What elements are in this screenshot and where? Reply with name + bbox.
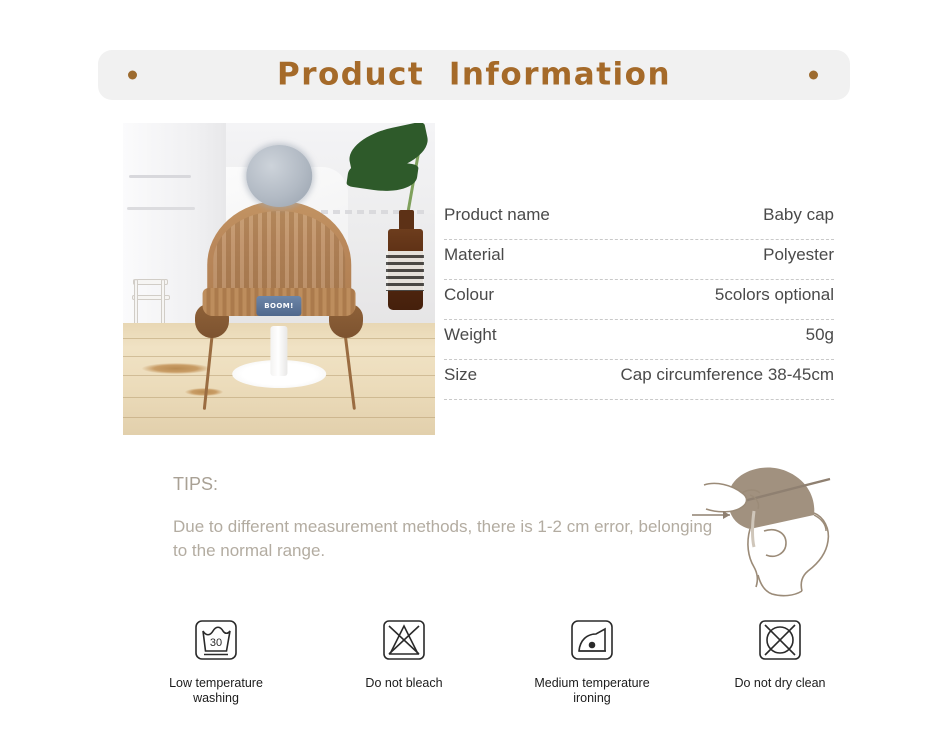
spec-value: Polyester <box>763 245 834 264</box>
photo-cap-brand-label: BOOM! <box>256 296 302 316</box>
photo-cap-pompom <box>246 144 312 208</box>
spec-value: 5colors optional <box>714 285 834 304</box>
table-row: Colour 5colors optional <box>444 280 834 320</box>
product-photo: BOOM! <box>123 123 435 435</box>
iron-one-dot-icon <box>571 620 613 660</box>
spec-value: Cap circumference 38-45cm <box>620 365 834 384</box>
table-row: Product name Baby cap <box>444 200 834 240</box>
do-not-dry-clean-icon <box>759 620 801 660</box>
care-instructions: 30 Low temperature washing Do not bleach … <box>123 618 873 706</box>
photo-bottle-label <box>386 250 424 292</box>
spec-key: Colour <box>444 285 495 304</box>
care-item-bleach: Do not bleach <box>311 618 497 706</box>
tips-text: Due to different measurement methods, th… <box>173 517 713 560</box>
care-label: Do not bleach <box>365 676 443 690</box>
table-row: Size Cap circumference 38-45cm <box>444 360 834 400</box>
care-item-dry-clean: Do not dry clean <box>687 618 873 706</box>
care-item-iron: Medium temperature ironing <box>499 618 685 706</box>
table-row: Weight 50g <box>444 320 834 360</box>
page-title: Product Information <box>276 56 672 93</box>
care-label: Low temperature washing <box>169 676 263 705</box>
spec-value: Baby cap <box>763 205 834 224</box>
care-label: Medium temperature ironing <box>534 676 650 705</box>
spec-key: Size <box>444 365 478 384</box>
photo-wood-knot <box>141 363 211 375</box>
photo-display-stand-pole <box>270 325 288 376</box>
spec-value: 50g <box>805 325 834 344</box>
wash-tub-30-icon: 30 <box>195 620 237 660</box>
head-circumference-measure-illustration <box>690 455 850 600</box>
care-item-wash: 30 Low temperature washing <box>123 618 309 706</box>
page-header-banner: Product Information <box>98 50 850 100</box>
tips-heading: TIPS: <box>173 474 219 494</box>
table-row: Material Polyester <box>444 240 834 280</box>
svg-text:30: 30 <box>210 637 222 649</box>
spec-key: Material <box>444 245 505 264</box>
spec-key: Product name <box>444 205 550 224</box>
product-spec-table: Product name Baby cap Material Polyester… <box>444 200 834 400</box>
care-label: Do not dry clean <box>734 676 826 690</box>
spec-key: Weight <box>444 325 497 344</box>
do-not-bleach-icon <box>383 620 425 660</box>
